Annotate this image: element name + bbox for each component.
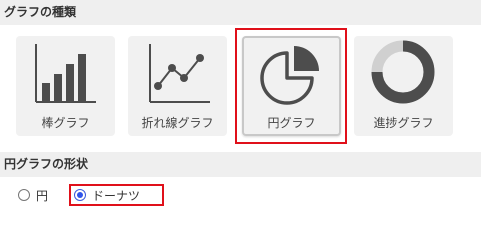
chart-type-bar-label: 棒グラフ: [41, 116, 90, 130]
pie-shape-section-header: 円グラフの形状: [0, 152, 481, 177]
chart-type-progress-label: 進捗グラフ: [373, 116, 434, 130]
line-chart-icon: [149, 44, 210, 103]
chart-type-progress-tile[interactable]: 進捗グラフ: [354, 36, 453, 136]
chart-type-line-tile[interactable]: 折れ線グラフ: [128, 36, 227, 136]
radio-button-unchecked[interactable]: [18, 189, 30, 201]
chart-type-pie-label: 円グラフ: [267, 116, 316, 130]
pie-chart-icon: [260, 46, 319, 105]
pie-shape-option-circle-label: 円: [36, 188, 49, 203]
chart-type-line-label: 折れ線グラフ: [141, 116, 214, 130]
bar-chart-icon: [35, 44, 96, 103]
pie-shape-option-donut-label: ドーナツ: [92, 188, 141, 203]
chart-type-pie-tile[interactable]: 円グラフ: [242, 36, 341, 136]
chart-type-bar-tile[interactable]: 棒グラフ: [16, 36, 115, 136]
progress-donut-icon: [371, 40, 435, 104]
pie-shape-option-donut[interactable]: ドーナツ: [74, 186, 140, 204]
pie-shape-option-circle[interactable]: 円: [18, 186, 48, 204]
chart-type-section-header: グラフの種類: [0, 0, 481, 25]
radio-button-checked[interactable]: [74, 189, 86, 201]
